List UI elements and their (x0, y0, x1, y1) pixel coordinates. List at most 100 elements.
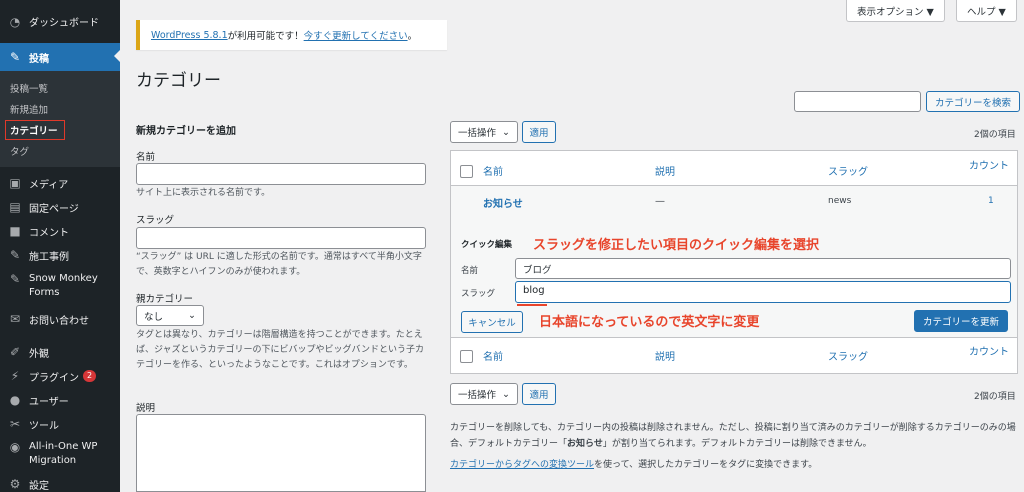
menu-label: ツール (29, 420, 59, 432)
menu-contact[interactable]: ✉ お問い合わせ (0, 307, 120, 331)
migration-icon: ◉ (9, 440, 21, 454)
plugin-icon: ⚡ (10, 369, 20, 383)
default-category-name: お知らせ (567, 439, 603, 449)
apply-button[interactable]: 適用 (522, 121, 556, 143)
wordpress-version-link[interactable]: WordPress 5.8.1 (151, 30, 228, 41)
slug-description: “スラッグ” は URL に適した形式の名前です。通常はすべて半角小文字で、英数… (136, 252, 422, 277)
bulk-action-select[interactable]: 一括操作 ⌄ (450, 121, 518, 143)
menu-dashboard[interactable]: ◔ ダッシュボード (0, 8, 120, 35)
description-textarea[interactable] (136, 414, 426, 492)
media-icon: ▣ (9, 176, 21, 190)
help-button[interactable]: ヘルプ ▼ (956, 0, 1017, 22)
submenu-all-posts[interactable]: 投稿一覧 (0, 77, 120, 98)
footer-name-header[interactable]: 名前 (483, 348, 503, 363)
submenu-label: 投稿一覧 (10, 83, 49, 95)
row-slug: news (828, 196, 852, 206)
menu-label: 外観 (29, 348, 49, 360)
posts-submenu: 投稿一覧 新規追加 カテゴリー タグ (0, 71, 120, 167)
menu-works[interactable]: ✎ 施工事例 (0, 243, 120, 267)
admin-sidebar: ◔ ダッシュボード ✎ 投稿 投稿一覧 新規追加 カテゴリー タグ ▣ メディア … (0, 0, 120, 492)
quick-edit-slug-label: スラッグ (461, 289, 496, 299)
slug-input[interactable] (136, 227, 426, 249)
add-category-heading: 新規カテゴリーを追加 (136, 126, 236, 137)
slug-label: スラッグ (136, 215, 175, 226)
footer-desc-header[interactable]: 説明 (655, 348, 675, 363)
menu-plugins[interactable]: ⚡ プラグイン 2 (0, 364, 120, 388)
update-now-link[interactable]: 今すぐ更新してください (304, 28, 408, 42)
pin-icon: ✎ (9, 50, 21, 64)
menu-label: コメント (29, 227, 69, 239)
parent-description: タグとは異なり、カテゴリーは階層構造を持つことができます。たとえば、ジャズという… (136, 330, 425, 370)
quick-edit-name-input[interactable]: ブログ (515, 258, 1011, 279)
column-desc-header[interactable]: 説明 (655, 163, 675, 178)
update-count-badge: 2 (83, 370, 97, 382)
menu-label: 投稿 (29, 53, 49, 65)
convert-note-text: を使って、選択したカテゴリーをタグに変換できます。 (594, 460, 818, 470)
menu-label: 設定 (29, 480, 49, 492)
dashboard-icon: ◔ (9, 14, 21, 29)
menu-posts[interactable]: ✎ 投稿 (0, 43, 120, 71)
menu-users[interactable]: ● ユーザー (0, 388, 120, 412)
table-footer-divider (451, 337, 1017, 338)
column-name-header[interactable]: 名前 (483, 163, 503, 178)
chevron-down-icon: ⌄ (502, 126, 510, 138)
row-description: — (655, 196, 665, 207)
menu-label: お問い合わせ (29, 315, 89, 327)
menu-media[interactable]: ▣ メディア (0, 171, 120, 195)
row-count[interactable]: 1 (988, 196, 994, 206)
column-count-header[interactable]: カウント (969, 157, 1009, 172)
update-category-button[interactable]: カテゴリーを更新 (914, 310, 1008, 332)
bulk-select-value: 一括操作 (458, 390, 497, 401)
menu-label: All-in-One WP Migration (29, 441, 98, 466)
category-search-input[interactable] (794, 91, 921, 112)
description-label: 説明 (136, 403, 156, 414)
tool-icon: ✂ (9, 417, 21, 431)
apply-button-bottom[interactable]: 適用 (522, 383, 556, 405)
comment-icon: ■ (9, 224, 21, 238)
select-all-checkbox[interactable] (460, 165, 473, 178)
menu-label: ダッシュボード (29, 18, 99, 29)
mail-icon: ✉ (9, 312, 21, 326)
search-categories-button[interactable]: カテゴリーを検索 (926, 91, 1020, 112)
column-slug-header[interactable]: スラッグ (828, 163, 868, 178)
submenu-label: 新規追加 (10, 104, 49, 116)
name-input[interactable] (136, 163, 426, 185)
user-icon: ● (9, 393, 21, 407)
category-tag-converter-link[interactable]: カテゴリーからタグへの変換ツール (450, 460, 594, 470)
row-category-name[interactable]: お知らせ (483, 195, 523, 210)
submenu-categories[interactable]: カテゴリー (0, 119, 120, 140)
menu-label: 施工事例 (29, 251, 69, 263)
bulk-action-select-bottom[interactable]: 一括操作 ⌄ (450, 383, 518, 405)
submenu-label: タグ (10, 146, 30, 158)
parent-select-value: なし (144, 311, 164, 323)
page-icon: ▤ (9, 200, 21, 214)
parent-select[interactable]: なし ⌄ (136, 305, 204, 326)
quick-edit-cancel-button[interactable]: キャンセル (461, 311, 523, 333)
screen-options-button[interactable]: 表示オプション ▼ (846, 0, 945, 22)
menu-label: メディア (29, 179, 69, 191)
name-description: サイト上に表示される名前です。 (136, 188, 271, 198)
menu-snow-monkey-forms[interactable]: ✎ Snow Monkey Forms (0, 267, 120, 307)
submenu-tags[interactable]: タグ (0, 140, 120, 161)
quick-edit-title: クイック編集 (461, 240, 513, 250)
select-all-checkbox-footer[interactable] (460, 350, 473, 363)
menu-comments[interactable]: ■ コメント (0, 219, 120, 243)
menu-settings[interactable]: ⚙ 設定 (0, 472, 120, 492)
brush-icon: ✐ (9, 345, 21, 359)
items-count: 2個の項目 (974, 130, 1016, 140)
pin-icon: ✎ (9, 272, 21, 286)
menu-label: ユーザー (29, 396, 69, 408)
items-count-bottom: 2個の項目 (974, 392, 1016, 402)
menu-appearance[interactable]: ✐ 外観 (0, 340, 120, 364)
delete-note: カテゴリーを削除しても、カテゴリー内の投稿は削除されません。ただし、投稿に割り当… (450, 420, 1018, 452)
menu-tools[interactable]: ✂ ツール (0, 412, 120, 436)
notice-end: 。 (407, 31, 418, 42)
table-row: お知らせ — news 1 (451, 185, 1017, 224)
footer-slug-header[interactable]: スラッグ (828, 348, 868, 363)
menu-migration[interactable]: ◉ All-in-One WP Migration (0, 436, 120, 472)
submenu-label: カテゴリー (5, 119, 65, 140)
menu-pages[interactable]: ▤ 固定ページ (0, 195, 120, 219)
footer-count-header[interactable]: カウント (969, 343, 1009, 358)
quick-edit-slug-input[interactable]: blog (515, 281, 1011, 303)
submenu-add-new[interactable]: 新規追加 (0, 98, 120, 119)
